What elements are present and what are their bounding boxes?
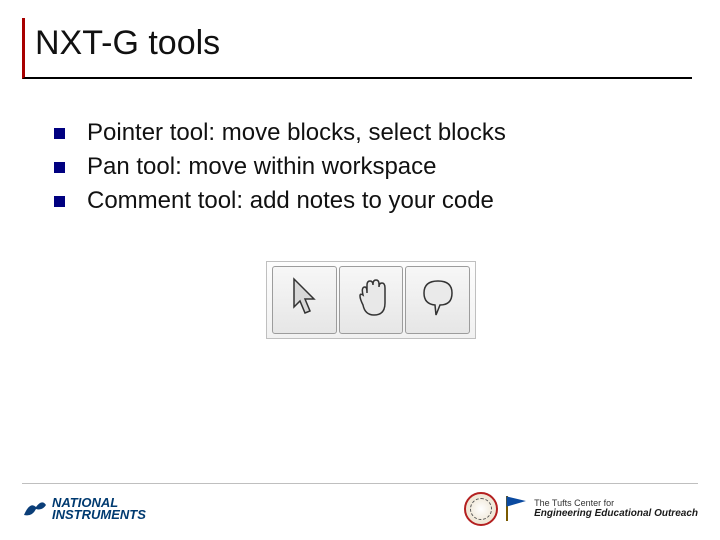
comment-tool-button	[405, 266, 470, 334]
title-container: NXT-G tools	[22, 18, 692, 79]
pan-tool-button	[339, 266, 404, 334]
list-item: Pointer tool: move blocks, select blocks	[54, 119, 688, 147]
slide-title: NXT-G tools	[35, 24, 692, 63]
list-item: Comment tool: add notes to your code	[54, 187, 688, 215]
bullet-text: Pointer tool: move blocks, select blocks	[87, 119, 506, 147]
pennant-icon	[504, 494, 526, 525]
bullet-icon	[54, 128, 65, 139]
pointer-tool-button	[272, 266, 337, 334]
tufts-text: The Tufts Center for Engineering Educati…	[534, 499, 698, 520]
list-item: Pan tool: move within workspace	[54, 153, 688, 181]
footer: NATIONAL INSTRUMENTS The Tufts Center fo…	[22, 483, 698, 526]
bullet-icon	[54, 162, 65, 173]
tufts-line1: The Tufts Center for	[534, 499, 698, 509]
ni-logo: NATIONAL INSTRUMENTS	[22, 495, 464, 524]
ni-eagle-icon	[22, 495, 52, 524]
bullet-icon	[54, 196, 65, 207]
bullet-text: Pan tool: move within workspace	[87, 153, 437, 181]
ni-text-line2: INSTRUMENTS	[52, 509, 146, 521]
bullet-text: Comment tool: add notes to your code	[87, 187, 494, 215]
hand-icon	[351, 275, 391, 326]
pointer-icon	[284, 275, 324, 326]
speech-bubble-icon	[418, 275, 458, 326]
body: Pointer tool: move blocks, select blocks…	[22, 79, 698, 339]
slide: NXT-G tools Pointer tool: move blocks, s…	[0, 0, 720, 540]
toolbar-screenshot	[266, 261, 476, 339]
tufts-seal-icon	[464, 492, 498, 526]
tufts-line2: Engineering Educational Outreach	[534, 508, 698, 519]
tufts-logo: The Tufts Center for Engineering Educati…	[464, 492, 698, 526]
